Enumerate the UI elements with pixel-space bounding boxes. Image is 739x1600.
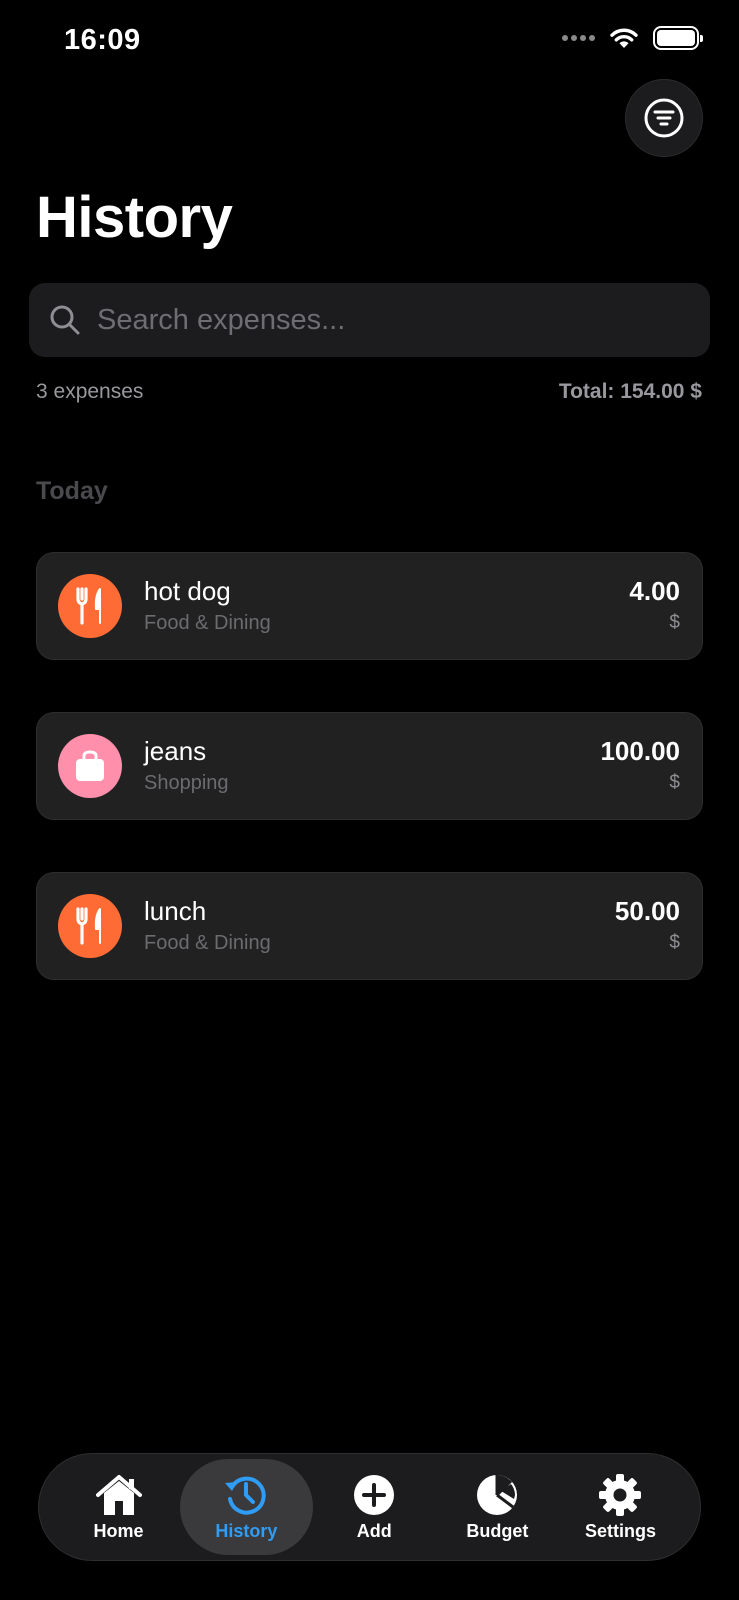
amount-currency: $: [669, 612, 680, 633]
tab-settings[interactable]: Settings: [559, 1459, 682, 1555]
battery-icon: [653, 26, 703, 50]
expense-name: lunch: [144, 896, 207, 926]
tab-add[interactable]: Add: [313, 1459, 436, 1555]
signal-icon: [562, 35, 595, 41]
history-icon: [225, 1476, 267, 1515]
expense-text: lunch Food & Dining: [144, 895, 615, 957]
expense-category: Food & Dining: [144, 932, 271, 954]
status-bar: 16:09: [0, 0, 739, 80]
tab-bar: Home History Add Budget Settings: [38, 1453, 701, 1561]
expense-category: Food & Dining: [144, 612, 271, 634]
tab-label: Settings: [584, 1520, 656, 1541]
expense-count: 3 expenses: [36, 380, 144, 403]
tab-label: Add: [356, 1520, 392, 1541]
expense-text: hot dog Food & Dining: [144, 575, 629, 637]
expense-total: Total: 154.00 $: [558, 380, 702, 403]
expense-amount: 4.00 $: [629, 575, 680, 637]
search-icon: [50, 305, 80, 335]
page-title: History: [36, 185, 233, 250]
filter-button[interactable]: [625, 79, 703, 157]
amount-value: 100.00: [600, 736, 680, 766]
status-time: 16:09: [64, 24, 141, 56]
expense-item[interactable]: hot dog Food & Dining 4.00 $: [36, 552, 703, 660]
amount-value: 50.00: [614, 896, 680, 926]
pie-chart-icon: [477, 1474, 518, 1515]
tab-home[interactable]: Home: [57, 1459, 180, 1555]
expense-item[interactable]: lunch Food & Dining 50.00 $: [36, 872, 703, 980]
expense-amount: 50.00 $: [615, 895, 680, 957]
search-bar[interactable]: [29, 283, 710, 357]
tab-budget[interactable]: Budget: [436, 1459, 559, 1555]
history-screen: 16:09 History Search expenses... 3 expen…: [0, 0, 739, 1600]
home-icon: [95, 1474, 142, 1515]
tab-label: History: [215, 1520, 278, 1541]
expense-name: jeans: [144, 736, 207, 766]
expense-item[interactable]: jeans Shopping 100.00 $: [36, 712, 703, 820]
category-icon: [58, 734, 122, 798]
status-icons: [562, 26, 703, 50]
wifi-icon: [610, 28, 638, 48]
filter-icon: [644, 98, 684, 138]
tab-history[interactable]: History: [180, 1459, 313, 1555]
expense-name: hot dog: [144, 576, 231, 606]
gear-icon: [599, 1473, 642, 1516]
tab-label: Budget: [466, 1520, 529, 1541]
expense-amount: 100.00 $: [600, 735, 680, 797]
category-icon: [58, 574, 122, 638]
section-header-today: Today: [36, 477, 108, 505]
amount-currency: $: [669, 772, 680, 793]
category-icon: [58, 894, 122, 958]
expense-text: jeans Shopping: [144, 735, 600, 797]
fork-knife-icon: [76, 907, 101, 945]
summary-row: 3 expenses Total: 154.00 $: [36, 380, 702, 404]
plus-circle-icon: [354, 1474, 395, 1515]
search-input[interactable]: [97, 283, 710, 357]
expense-category: Shopping: [144, 772, 229, 794]
expense-list: hot dog Food & Dining 4.00 $ jeans Shopp…: [36, 552, 703, 1032]
tab-label: Home: [93, 1520, 144, 1541]
amount-currency: $: [669, 932, 680, 953]
shopping-bag-icon: [76, 750, 104, 781]
amount-value: 4.00: [629, 576, 680, 606]
fork-knife-icon: [76, 587, 101, 625]
